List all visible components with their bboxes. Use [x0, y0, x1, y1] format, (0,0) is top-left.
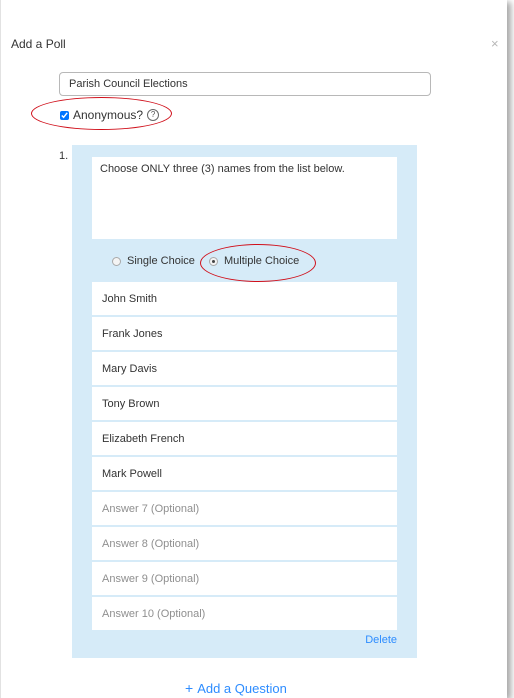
question-text-input[interactable]: Choose ONLY three (3) names from the lis…: [92, 157, 397, 239]
add-poll-dialog: Add a Poll × Anonymous? ? 1. Choose ONLY…: [0, 0, 507, 698]
multiple-choice-radio[interactable]: [209, 256, 218, 266]
anonymous-checkbox[interactable]: [60, 110, 69, 120]
anonymous-option: Anonymous? ?: [60, 107, 160, 123]
answer-input-4[interactable]: [92, 387, 397, 420]
answer-input-2[interactable]: [92, 317, 397, 350]
answer-input-8[interactable]: [92, 527, 397, 560]
answer-input-6[interactable]: [92, 457, 397, 490]
delete-question-link[interactable]: Delete: [365, 634, 397, 646]
single-choice-label: Single Choice: [127, 255, 195, 267]
question-number: 1.: [59, 150, 69, 162]
plus-icon: +: [185, 680, 194, 696]
add-question-label: Add a Question: [197, 680, 287, 696]
answer-input-3[interactable]: [92, 352, 397, 385]
answer-input-9[interactable]: [92, 562, 397, 595]
dialog-title: Add a Poll: [11, 37, 66, 51]
close-icon[interactable]: ×: [491, 36, 499, 51]
answer-input-5[interactable]: [92, 422, 397, 455]
question-panel: Choose ONLY three (3) names from the lis…: [72, 145, 417, 658]
answer-input-1[interactable]: [92, 282, 397, 315]
multiple-choice-label: Multiple Choice: [224, 255, 300, 267]
multiple-choice-option[interactable]: Multiple Choice: [209, 255, 299, 267]
poll-title-input[interactable]: [59, 72, 431, 96]
answer-list: [92, 282, 397, 632]
single-choice-option[interactable]: Single Choice: [112, 255, 195, 267]
answer-input-7[interactable]: [92, 492, 397, 525]
add-question-button[interactable]: + Add a Question: [185, 680, 287, 696]
single-choice-radio[interactable]: [112, 256, 121, 266]
help-icon[interactable]: ?: [147, 109, 160, 121]
anonymous-label: Anonymous?: [73, 108, 144, 122]
answer-input-10[interactable]: [92, 597, 397, 630]
